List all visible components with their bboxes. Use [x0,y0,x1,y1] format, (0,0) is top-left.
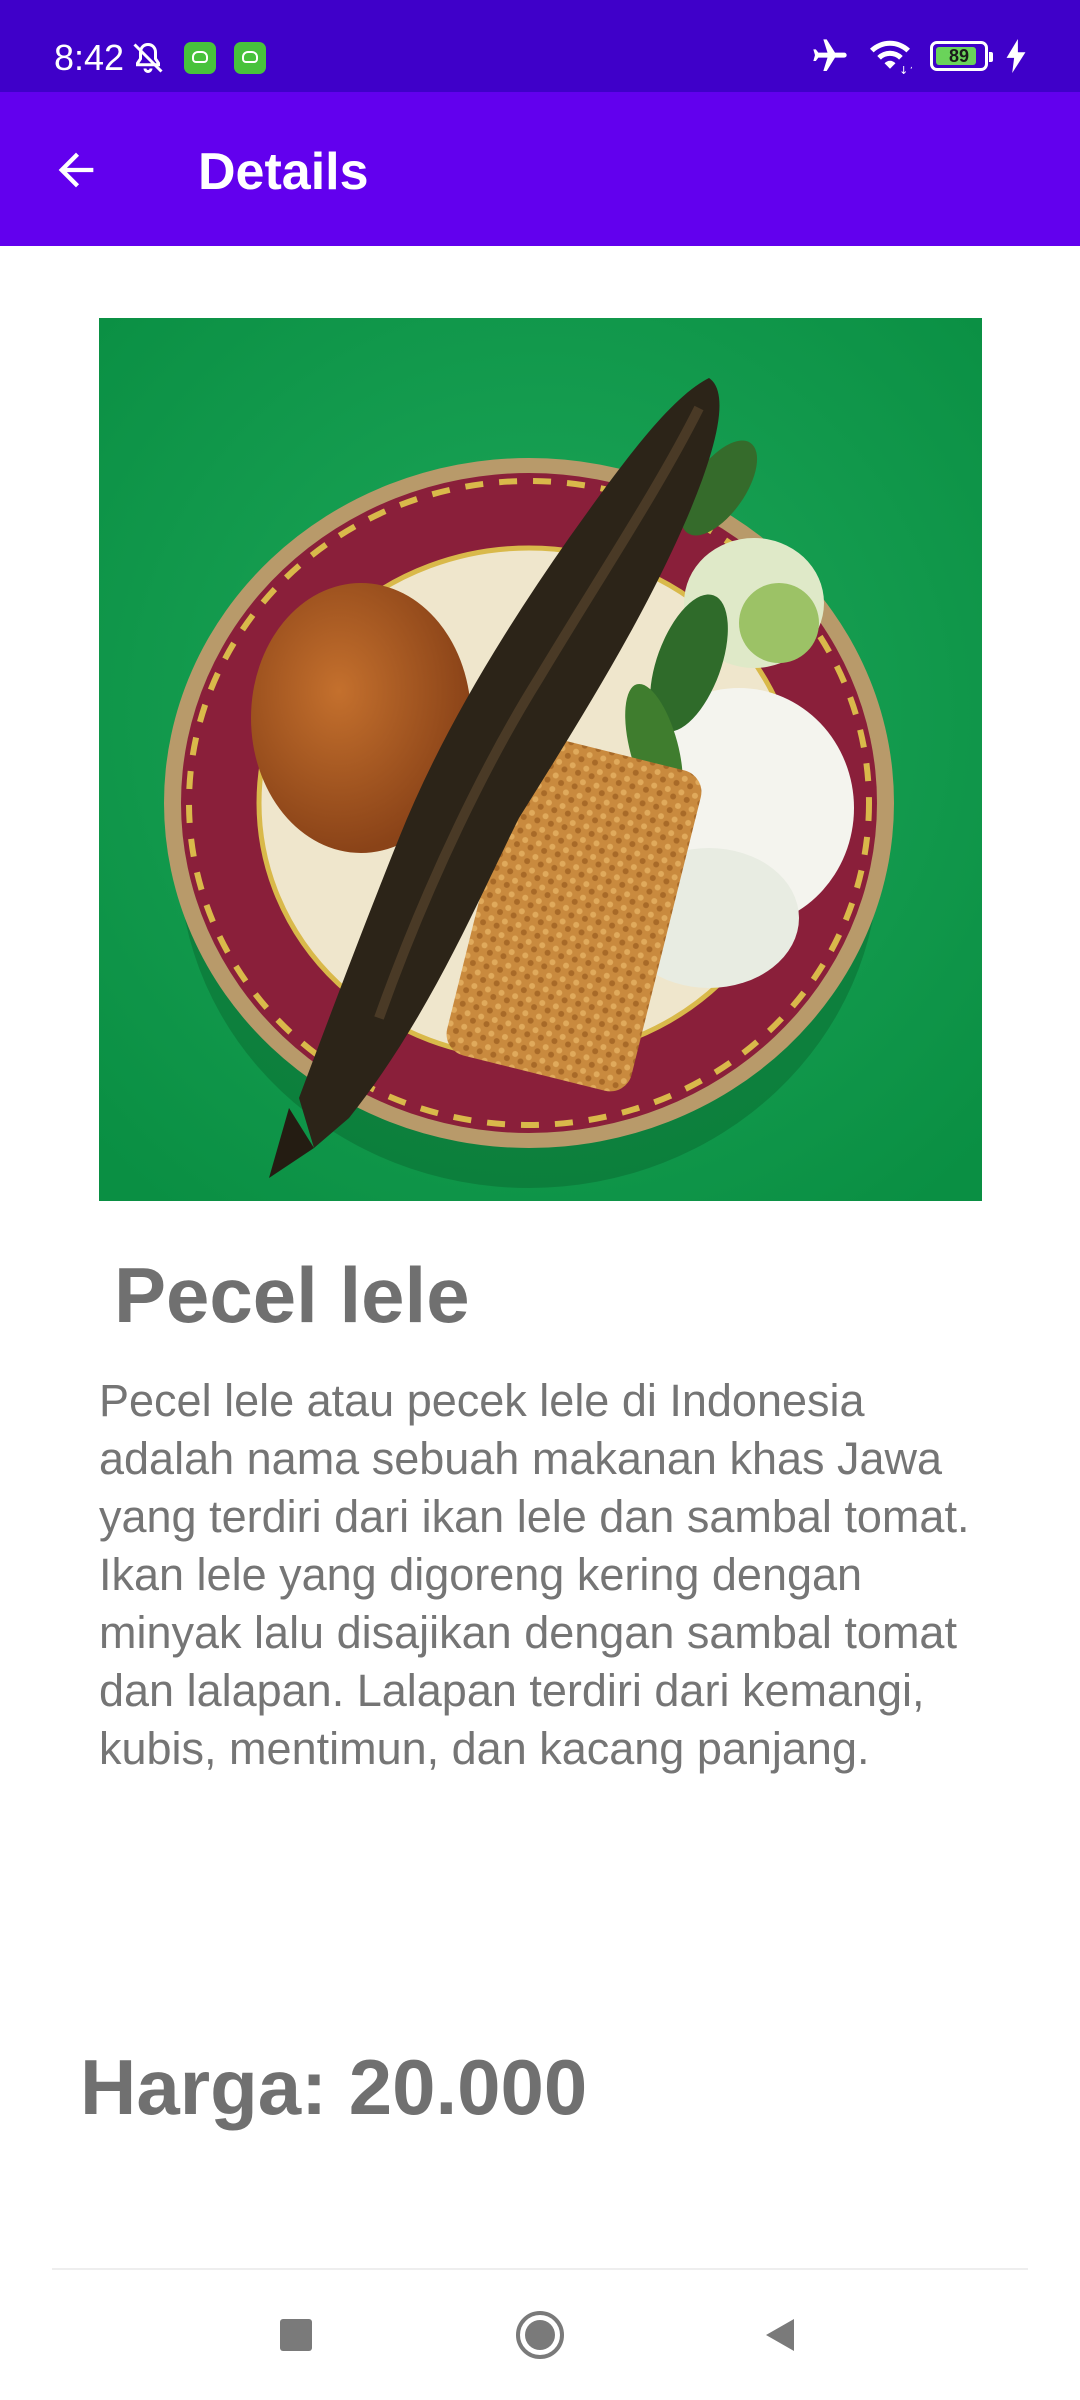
svg-text:↓↑: ↓↑ [899,64,912,76]
nav-back-button[interactable] [725,2270,835,2400]
food-image [99,318,982,1201]
status-time: 8:42 [54,37,125,78]
recents-square-icon [280,2319,312,2351]
back-button[interactable] [36,130,116,210]
system-nav-bar [0,2270,1080,2400]
page-title: Details [198,143,369,201]
app-notification-icon [234,42,266,74]
food-name: Pecel lele [114,1251,470,1339]
battery-level: 89 [948,46,970,66]
status-right-icons: ↓↑ 89 [810,36,1026,76]
price-label: Harga: 20.000 [80,2043,588,2131]
app-bar: Details [0,92,1080,246]
recents-button[interactable] [241,2270,351,2400]
food-photo [99,318,982,1201]
home-circle-icon [516,2311,564,2359]
battery-cap [989,52,993,62]
status-left-icons [130,40,266,76]
status-bar: 8:42 ↓↑ 89 [0,0,1080,92]
wifi-icon: ↓↑ [870,40,912,76]
back-triangle-icon [766,2319,794,2351]
home-button[interactable] [485,2270,595,2400]
charging-icon [1006,39,1026,73]
arrow-left-icon [58,152,94,188]
airplane-icon [813,39,847,71]
mute-bell-icon [133,42,163,73]
battery-icon: 89 [930,41,993,71]
app-notification-icon [184,42,216,74]
food-description: Pecel lele atau pecek lele di Indonesia … [99,1375,970,1774]
